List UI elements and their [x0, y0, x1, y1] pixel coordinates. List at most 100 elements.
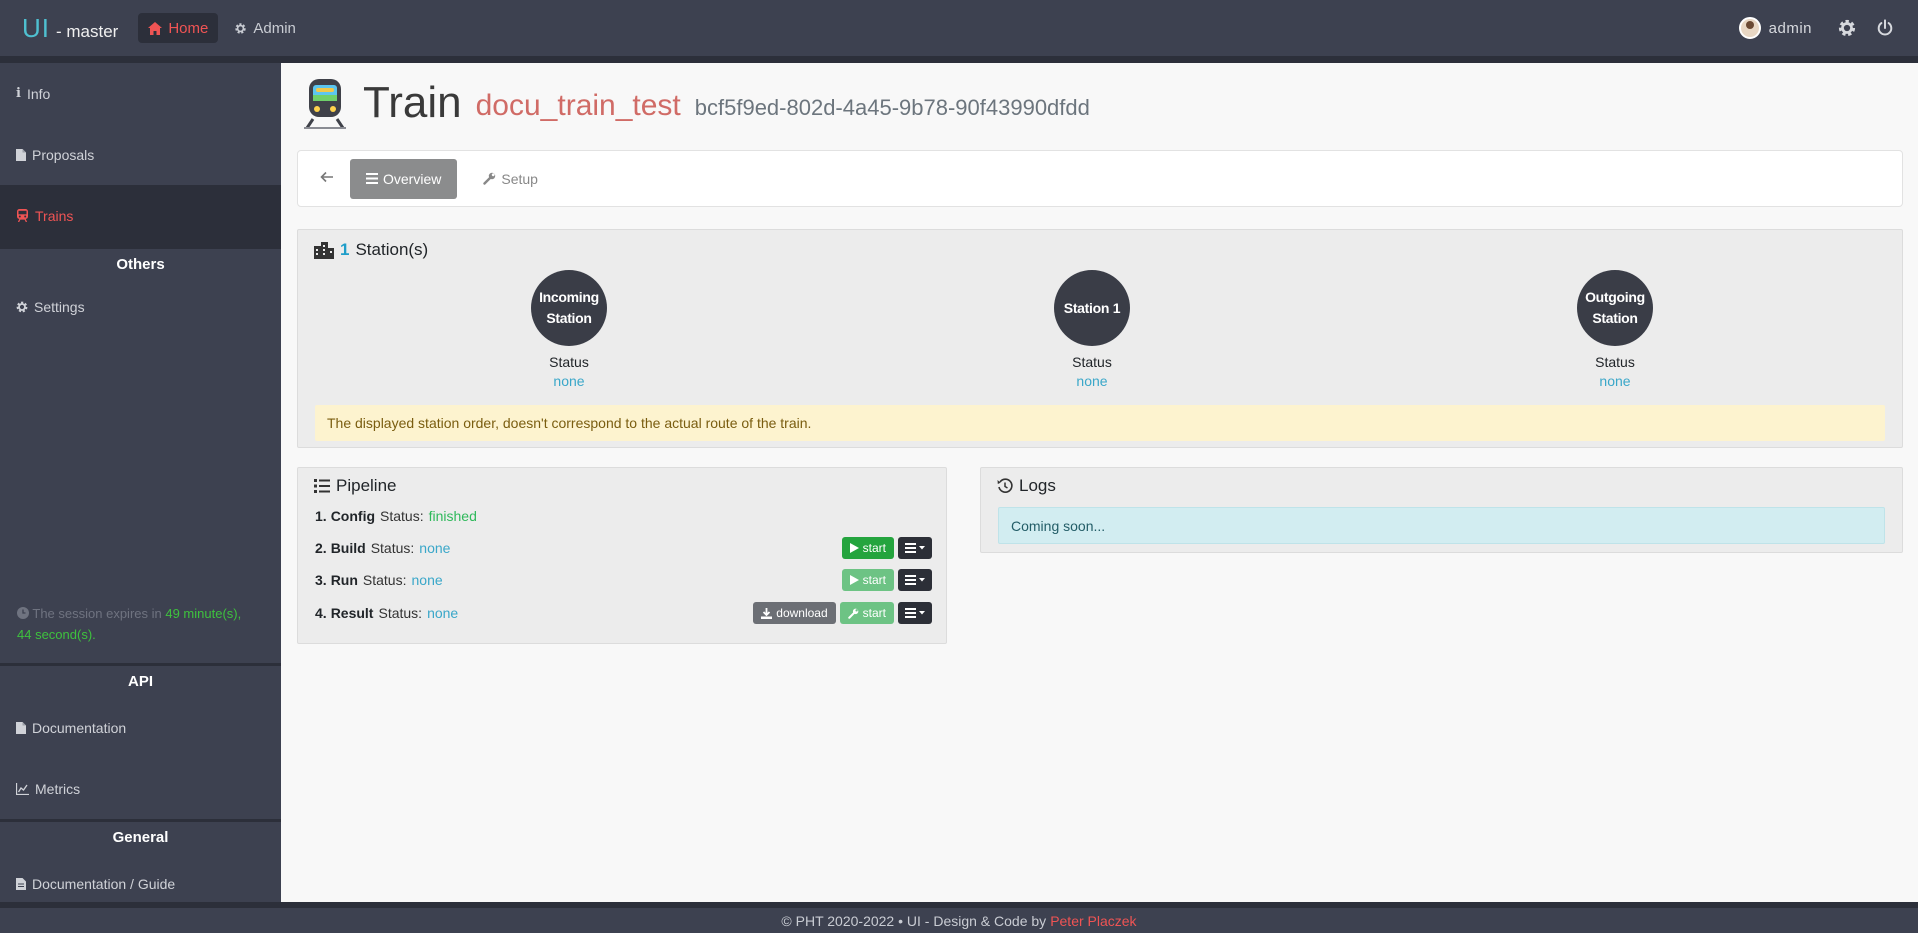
station-status-label: Status [1595, 354, 1635, 370]
logs-coming-soon: Coming soon... [998, 507, 1885, 544]
step-status-value: none [411, 572, 443, 588]
sidebar-item-label: Info [26, 85, 51, 102]
stations-title: 1 Station(s) [314, 240, 428, 260]
build-start-button[interactable]: start [841, 537, 894, 559]
station-line2: Station [546, 310, 592, 326]
sidebar-heading-others: Others [0, 246, 281, 280]
info-icon: i [16, 86, 21, 101]
tab-overview[interactable]: Overview [350, 158, 458, 199]
sidebar-item-proposals[interactable]: Proposals [0, 124, 281, 185]
train-emoji-icon [304, 79, 346, 129]
tab-setup[interactable]: Setup [467, 159, 554, 199]
step-status-label: Status: [362, 572, 407, 588]
main-content: Train docu_train_test bcf5f9ed-802d-4a45… [281, 63, 1918, 902]
result-menu-button[interactable] [898, 602, 932, 624]
sidebar-item-label: Proposals [32, 146, 95, 163]
city-icon [314, 241, 334, 259]
station-circle[interactable]: Incoming Station [531, 270, 607, 346]
pipeline-step-run: 3. Run Status: none start [315, 566, 932, 594]
station-line1: Station 1 [1063, 299, 1121, 316]
run-menu-button[interactable] [898, 569, 932, 591]
file-alt-icon [16, 877, 26, 890]
wrench-icon [483, 172, 496, 185]
settings-gear-icon[interactable] [1838, 19, 1856, 37]
sidebar-item-label: Documentation / Guide [32, 875, 176, 892]
station-1: Station 1 Status none [1032, 270, 1152, 389]
button-label: start [862, 606, 886, 620]
sidebar-item-trains[interactable]: Trains [0, 185, 281, 246]
step-name: Result [330, 605, 374, 621]
logs-title: Logs [997, 476, 1056, 496]
station-outgoing: Outgoing Station Status none [1555, 270, 1675, 389]
power-icon[interactable] [1876, 19, 1894, 37]
bars-dropdown-icon [905, 575, 925, 585]
pipeline-step-result: 4. Result Status: none download start [315, 599, 932, 627]
pipeline-title: Pipeline [314, 476, 397, 496]
logs-title-text: Logs [1019, 476, 1056, 495]
wrench-icon [847, 608, 858, 619]
route-warning: The displayed station order, doesn't cor… [315, 405, 1885, 441]
build-menu-button[interactable] [898, 537, 932, 559]
button-label: start [862, 541, 886, 555]
footer-author-link[interactable]: Peter Placzek [1050, 913, 1136, 929]
sidebar-heading-general: General [0, 819, 281, 853]
nav-home-label: Home [168, 19, 209, 37]
tab-bar: Overview Setup [297, 150, 1903, 207]
station-line2: Station [1592, 310, 1638, 326]
sidebar-item-info[interactable]: i Info [0, 63, 281, 124]
sidebar-item-documentation[interactable]: Documentation [0, 697, 281, 758]
clock-icon [17, 607, 29, 619]
button-label: download [776, 606, 828, 620]
brand-logo[interactable]: UI - master [22, 13, 118, 44]
tab-overview-label: Overview [383, 170, 442, 187]
history-icon [997, 478, 1013, 493]
arrow-left-icon [320, 171, 333, 182]
top-navbar: UI - master Home Admin admin [0, 0, 1918, 56]
step-name: Build [330, 540, 366, 556]
train-icon [17, 209, 28, 222]
sidebar: i Info Proposals Trains Others Settings … [0, 63, 281, 902]
station-incoming: Incoming Station Status none [509, 270, 629, 389]
step-status-label: Status: [370, 540, 415, 556]
session-prefix: The session expires in [32, 606, 162, 621]
nav-admin[interactable]: Admin [224, 13, 306, 43]
station-status-value: none [1076, 373, 1108, 389]
page-title: Train [363, 78, 462, 127]
home-icon [148, 21, 163, 35]
footer-text: © PHT 2020-2022 • UI - Design & Code by [781, 912, 1047, 929]
step-status-label: Status: [378, 605, 423, 621]
logs-panel: Logs Coming soon... [980, 467, 1903, 553]
pipeline-step-config: 1. Config Status: finished [315, 502, 932, 530]
back-button[interactable] [314, 170, 340, 188]
train-name: docu_train_test [475, 89, 681, 122]
footer: © PHT 2020-2022 • UI - Design & Code by … [0, 902, 1918, 933]
nav-home[interactable]: Home [138, 13, 219, 43]
play-icon [849, 543, 859, 553]
station-status-value: none [553, 373, 585, 389]
bars-dropdown-icon [905, 608, 925, 618]
station-status-label: Status [549, 354, 589, 370]
user-name[interactable]: admin [1769, 20, 1812, 37]
step-name: Run [330, 572, 358, 588]
session-timer: The session expires in 49 minute(s), 44 … [17, 603, 257, 645]
brand-name: UI [22, 12, 50, 43]
step-number: 2. [315, 540, 327, 556]
step-status-value: none [419, 540, 451, 556]
step-name: Config [330, 508, 376, 524]
gear-icon [16, 301, 28, 313]
result-download-button[interactable]: download [753, 602, 836, 624]
sidebar-item-settings[interactable]: Settings [0, 280, 281, 334]
pipeline-panel: Pipeline 1. Config Status: finished 2. B… [297, 467, 947, 644]
navbar-divider [0, 56, 1918, 63]
step-status-label: Status: [380, 508, 424, 524]
step-status-value: none [427, 605, 459, 621]
station-circle[interactable]: Station 1 [1054, 270, 1130, 346]
station-status-label: Status [1072, 354, 1112, 370]
result-start-button[interactable]: start [839, 602, 894, 624]
run-start-button[interactable]: start [841, 569, 894, 591]
avatar[interactable] [1738, 17, 1761, 39]
sidebar-heading-api: API [0, 663, 281, 697]
station-circle[interactable]: Outgoing Station [1577, 270, 1653, 346]
sidebar-item-metrics[interactable]: Metrics [0, 758, 281, 819]
step-number: 4. [315, 605, 327, 621]
